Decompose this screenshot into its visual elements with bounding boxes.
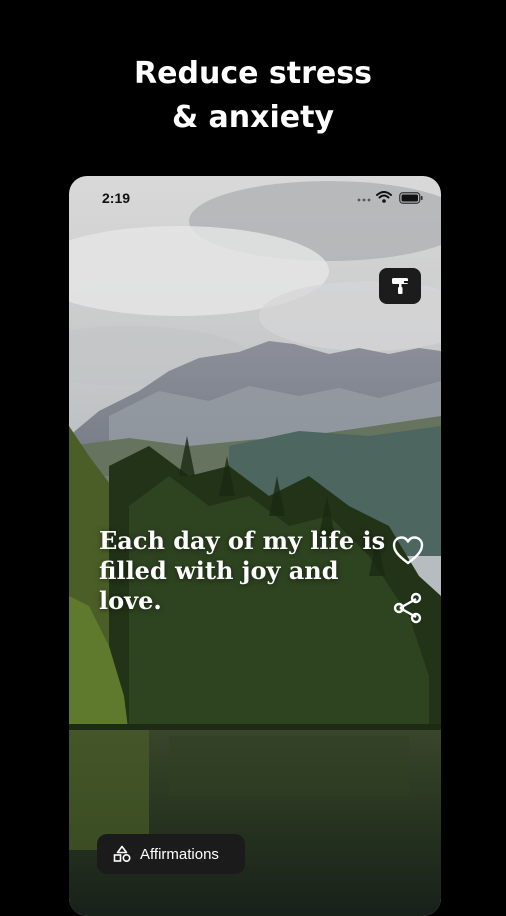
like-button[interactable] — [391, 534, 425, 568]
promo-headline: Reduce stress & anxiety — [0, 52, 506, 140]
affirmation-line-2: filled with joy and — [99, 556, 339, 585]
battery-icon — [399, 192, 423, 204]
affirmations-category-button[interactable]: Affirmations — [97, 834, 245, 874]
affirmation-line-3: love. — [99, 586, 162, 615]
heart-icon — [392, 536, 424, 565]
headline-line-2: & anxiety — [171, 100, 335, 135]
affirmations-category-label: Affirmations — [140, 845, 219, 863]
status-time: 2:19 — [102, 190, 131, 206]
signal-dots-icon — [357, 198, 371, 202]
paint-roller-icon — [392, 278, 408, 294]
theme-button[interactable] — [379, 268, 421, 304]
share-button[interactable] — [391, 591, 425, 625]
affirmation-line-1: Each day of my life is — [99, 526, 386, 555]
headline-line-1: Reduce stress — [134, 56, 372, 91]
phone-screen: 2:19 Each day of my life is filled with … — [69, 176, 441, 916]
shapes-icon — [113, 845, 131, 863]
wifi-icon — [376, 191, 392, 203]
share-icon — [393, 592, 422, 624]
affirmation-text: Each day of my life is filled with joy a… — [99, 526, 389, 616]
status-bar: 2:19 — [69, 176, 441, 220]
